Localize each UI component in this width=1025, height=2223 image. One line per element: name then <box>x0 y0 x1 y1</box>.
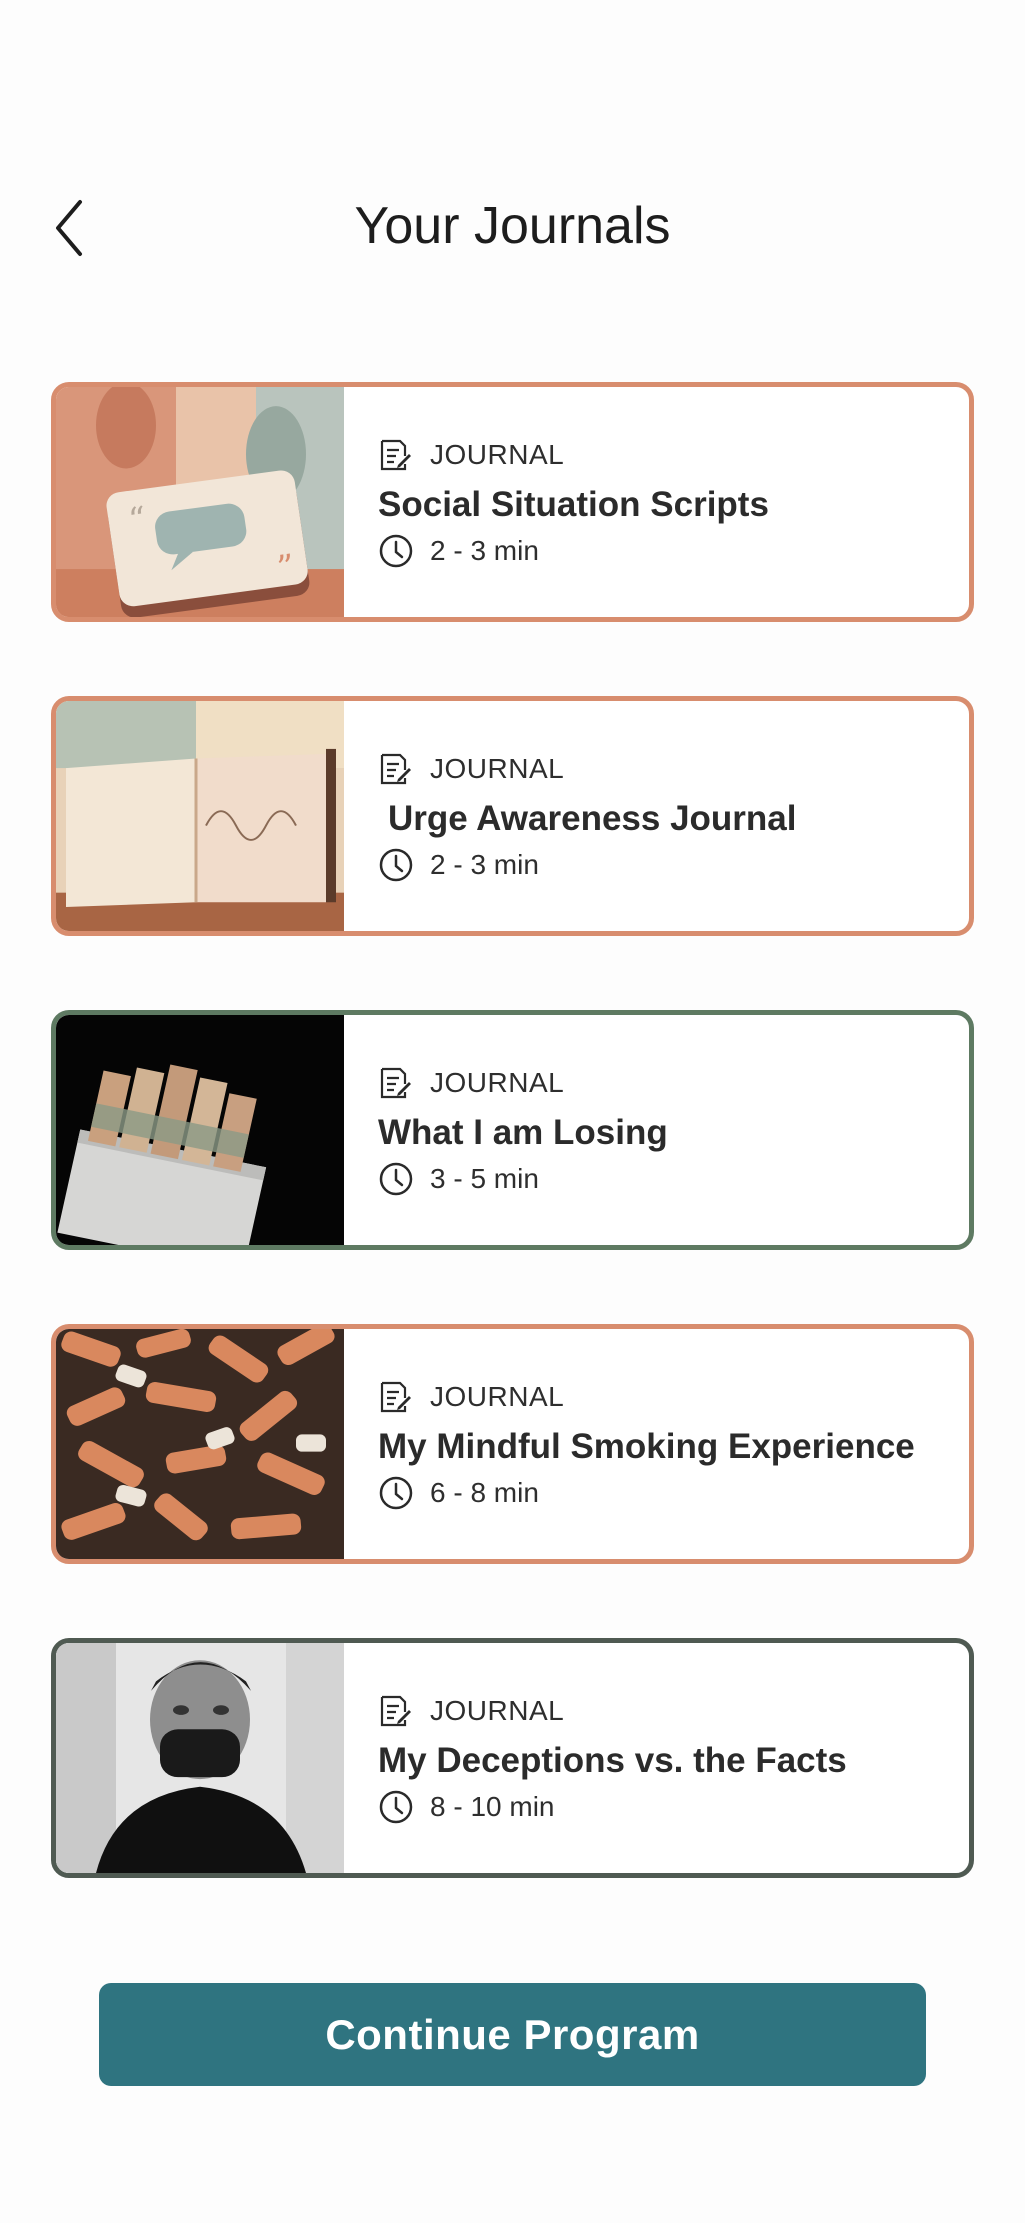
duration-label: 2 - 3 min <box>430 849 539 880</box>
journal-card-social-situation-scripts[interactable]: “ ” JOURNAL Social Situation Scripts 2 -… <box>51 382 974 622</box>
masked-man-photo <box>56 1643 344 1873</box>
duration-label: 8 - 10 min <box>430 1791 555 1822</box>
tag-label: JOURNAL <box>430 753 565 784</box>
duration-label: 2 - 3 min <box>430 535 539 566</box>
journal-edit-icon <box>380 1695 411 1727</box>
card-title: My Mindful Smoking Experience <box>378 1427 915 1466</box>
cigarette-butts-photo <box>56 1329 344 1559</box>
tag-label: JOURNAL <box>430 1381 565 1412</box>
clock-icon <box>379 1476 413 1510</box>
card-title: Social Situation Scripts <box>378 485 769 524</box>
journal-card-urge-awareness[interactable]: JOURNAL Urge Awareness Journal 2 - 3 min <box>51 696 974 936</box>
speech-cards-illustration: “ ” <box>56 387 344 617</box>
tag-label: JOURNAL <box>430 1695 565 1726</box>
journal-edit-icon <box>380 1381 411 1413</box>
continue-program-button[interactable]: Continue Program <box>99 1983 926 2086</box>
journal-card-mindful-smoking[interactable]: JOURNAL My Mindful Smoking Experience 6 … <box>51 1324 974 1564</box>
tag-label: JOURNAL <box>430 1067 565 1098</box>
card-title: My Deceptions vs. the Facts <box>378 1741 847 1780</box>
clock-icon <box>379 1790 413 1824</box>
money-cigarette-pack-photo <box>56 1015 344 1245</box>
journal-edit-icon <box>380 753 411 785</box>
card-title: What I am Losing <box>378 1113 668 1152</box>
journal-card-deceptions-vs-facts[interactable]: JOURNAL My Deceptions vs. the Facts 8 - … <box>51 1638 974 1878</box>
duration-label: 6 - 8 min <box>430 1477 539 1508</box>
card-title: Urge Awareness Journal <box>388 799 797 838</box>
duration-label: 3 - 5 min <box>430 1163 539 1194</box>
header: Your Journals <box>0 190 1025 270</box>
clock-icon <box>379 848 413 882</box>
page-title: Your Journals <box>354 197 671 255</box>
clock-icon <box>379 534 413 568</box>
journal-card-what-i-am-losing[interactable]: JOURNAL What I am Losing 3 - 5 min <box>51 1010 974 1250</box>
clock-icon <box>379 1162 413 1196</box>
journal-edit-icon <box>380 1067 411 1099</box>
journal-edit-icon <box>380 439 411 471</box>
tag-label: JOURNAL <box>430 439 565 470</box>
journal-list: “ ” JOURNAL Social Situation Scripts 2 -… <box>51 382 974 1952</box>
open-notebook-illustration <box>56 701 344 931</box>
